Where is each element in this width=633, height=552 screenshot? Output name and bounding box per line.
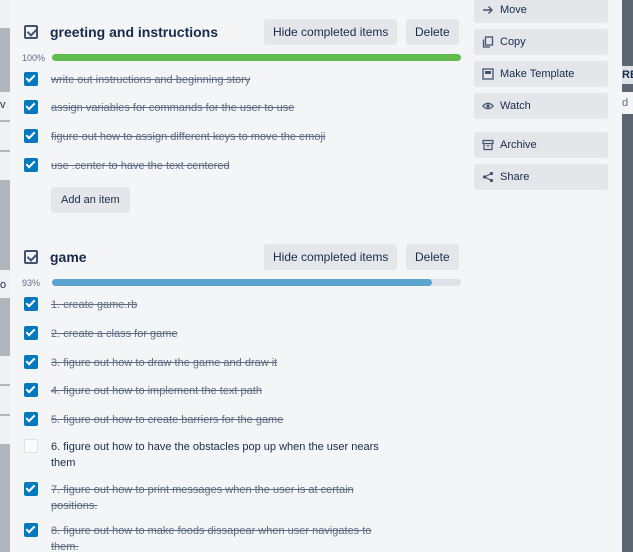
- hide-completed-items-button[interactable]: Hide completed items: [264, 19, 398, 45]
- checklist-item[interactable]: 5. figure out how to create barriers for…: [24, 412, 391, 428]
- checklist-item-text[interactable]: 1. create game.rb: [51, 297, 391, 313]
- delete-checklist-button[interactable]: Delete: [406, 19, 459, 45]
- board-background-right: RE d a: [622, 0, 633, 552]
- checklist-item-text[interactable]: 3. figure out how to draw the game and d…: [51, 355, 391, 371]
- share-button[interactable]: Share: [474, 164, 608, 190]
- checklist-item[interactable]: 1. create game.rb: [24, 297, 391, 313]
- make-template-button[interactable]: Make Template: [474, 61, 608, 87]
- checklist-progress-fill: [52, 279, 433, 286]
- checklist-item-text[interactable]: 4. figure out how to implement the text …: [51, 383, 391, 399]
- checklist-title[interactable]: greeting and instructions: [50, 24, 218, 40]
- checklist-item[interactable]: 6. figure out how to have the obstacles …: [24, 439, 391, 471]
- board-card-fragment: d a: [622, 92, 633, 114]
- checkbox[interactable]: [24, 326, 38, 340]
- checklist-item-text[interactable]: 5. figure out how to create barriers for…: [51, 412, 391, 428]
- checklist-header: game: [24, 249, 87, 265]
- archive-label: Archive: [500, 139, 537, 151]
- checklist-item[interactable]: use .center to have the text centered: [24, 158, 391, 174]
- copy-label: Copy: [500, 36, 526, 48]
- checklist-progress-bar: [52, 279, 461, 286]
- share-icon: [482, 171, 494, 183]
- checklist-icon: [24, 250, 38, 264]
- checklist-progress-percent: 100%: [22, 53, 46, 63]
- checklist-icon: [24, 25, 38, 39]
- checklist-item[interactable]: 7. figure out how to print messages when…: [24, 482, 391, 514]
- checklist-item-text[interactable]: 2. create a class for game: [51, 326, 391, 342]
- checkbox[interactable]: [24, 412, 38, 426]
- checklist-item-text[interactable]: figure out how to assign different keys …: [51, 129, 391, 145]
- checklist-progress-percent: 93%: [22, 278, 41, 288]
- hide-completed-items-button[interactable]: Hide completed items: [264, 244, 398, 270]
- archive-button[interactable]: Archive: [474, 132, 608, 158]
- checkbox[interactable]: [24, 129, 38, 143]
- watch-label: Watch: [500, 100, 531, 112]
- share-label: Share: [500, 171, 530, 183]
- checklist-item-text[interactable]: 6. figure out how to have the obstacles …: [51, 439, 391, 471]
- checkbox[interactable]: [24, 383, 38, 397]
- checklist-item-text[interactable]: assign variables for commands for the us…: [51, 100, 391, 116]
- delete-checklist-button[interactable]: Delete: [406, 244, 459, 270]
- checkbox[interactable]: [24, 72, 38, 86]
- checkbox[interactable]: [24, 297, 38, 311]
- checklist-item[interactable]: 8. figure out how to make foods dissapea…: [24, 523, 391, 552]
- checklist-item[interactable]: 2. create a class for game: [24, 326, 391, 342]
- checklist-item-text[interactable]: write out instructions and beginning sto…: [51, 72, 391, 88]
- move-button[interactable]: Move: [474, 0, 608, 23]
- copy-button[interactable]: Copy: [474, 29, 608, 55]
- checkbox[interactable]: [24, 158, 38, 172]
- checklist-item[interactable]: assign variables for commands for the us…: [24, 100, 391, 116]
- checklist-item[interactable]: 3. figure out how to draw the game and d…: [24, 355, 391, 371]
- card-detail-modal: greeting and instructions Hide completed…: [10, 0, 622, 552]
- checklist-item[interactable]: figure out how to assign different keys …: [24, 129, 391, 145]
- checklist-item[interactable]: write out instructions and beginning sto…: [24, 72, 391, 88]
- checklist-item-text[interactable]: 8. figure out how to make foods dissapea…: [51, 523, 391, 552]
- checkbox[interactable]: [24, 482, 38, 496]
- add-checklist-item-button[interactable]: Add an item: [51, 187, 130, 213]
- checklist-item[interactable]: 4. figure out how to implement the text …: [24, 383, 391, 399]
- archive-icon: [482, 139, 494, 151]
- checklist-progress-fill: [52, 54, 461, 61]
- checkbox[interactable]: [24, 355, 38, 369]
- checklist-progress-bar: [52, 54, 461, 61]
- move-label: Move: [500, 4, 527, 16]
- eye-icon: [482, 100, 494, 112]
- checklist-header: greeting and instructions: [24, 24, 218, 40]
- watch-button[interactable]: Watch: [474, 93, 608, 119]
- copy-icon: [482, 36, 494, 48]
- make-template-label: Make Template: [500, 68, 575, 80]
- board-card-fragment: o: [0, 279, 7, 291]
- board-card-fragment: v: [0, 99, 6, 111]
- checkbox[interactable]: [24, 100, 38, 114]
- checklist-item-text[interactable]: use .center to have the text centered: [51, 158, 391, 174]
- board-background-left: v o: [0, 0, 10, 552]
- checklist-item-text[interactable]: 7. figure out how to print messages when…: [51, 482, 391, 514]
- arrow-right-icon: [482, 4, 494, 16]
- checklist-title[interactable]: game: [50, 249, 87, 265]
- template-icon: [482, 68, 494, 80]
- board-list-title-fragment: RE: [622, 66, 633, 84]
- checkbox[interactable]: [24, 439, 38, 453]
- checkbox[interactable]: [24, 523, 38, 537]
